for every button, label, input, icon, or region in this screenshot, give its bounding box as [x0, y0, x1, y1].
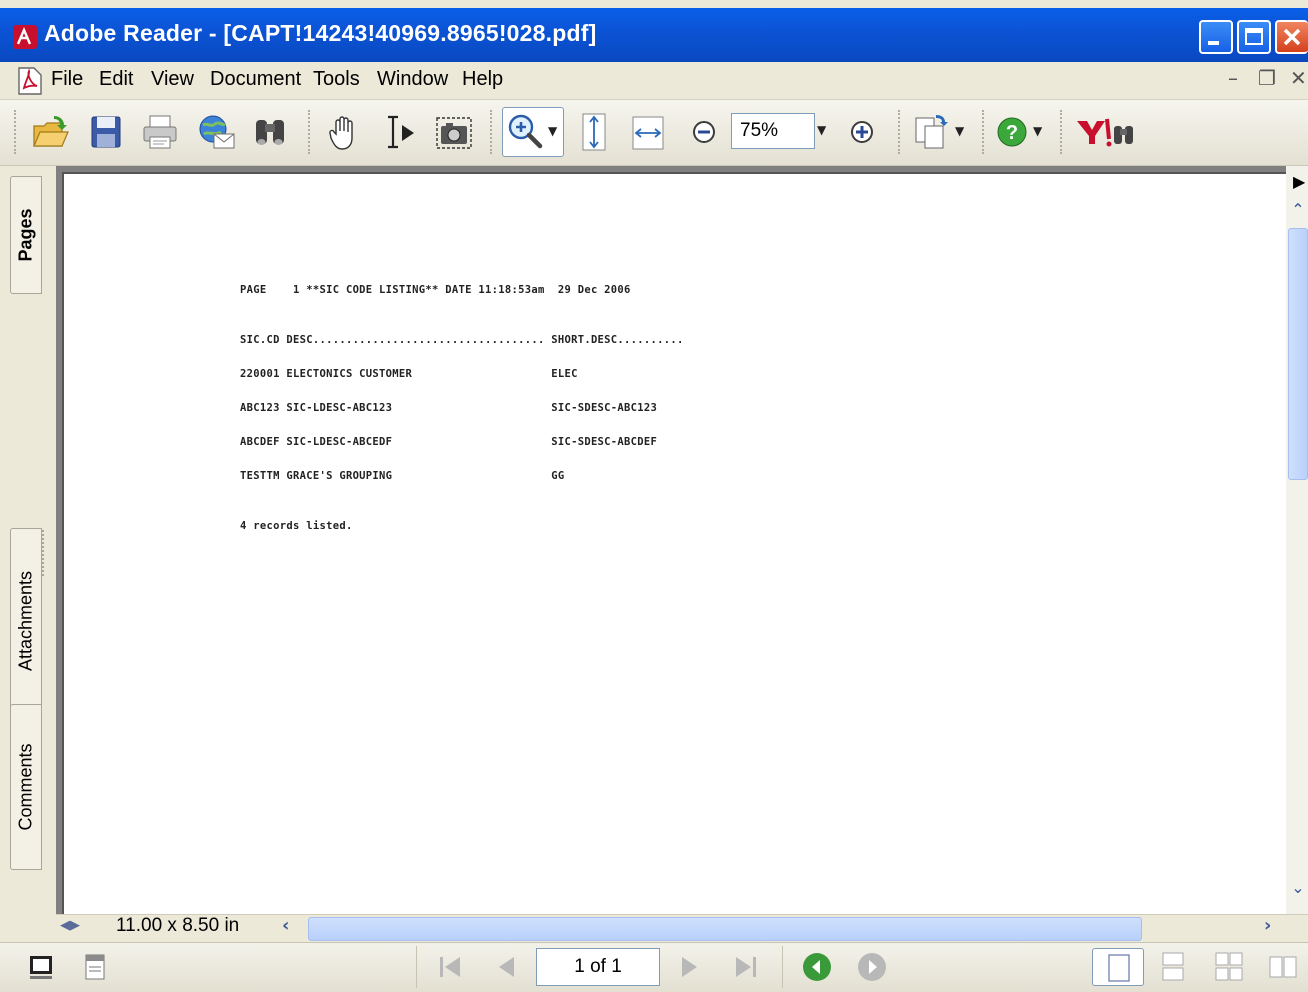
separator: [782, 946, 784, 988]
previous-view-icon[interactable]: [800, 950, 834, 984]
window-title: Adobe Reader - [CAPT!14243!40969.8965!02…: [44, 20, 597, 46]
zoom-level-input[interactable]: 75%: [731, 113, 815, 149]
menu-tools[interactable]: Tools: [313, 68, 360, 91]
horizontal-scroll-thumb[interactable]: [308, 917, 1142, 941]
maximize-icon: [1245, 28, 1263, 45]
tab-comments-label: Comments: [15, 743, 36, 831]
fit-width-icon[interactable]: [628, 112, 668, 152]
menu-edit[interactable]: Edit: [99, 68, 133, 91]
scroll-up-icon[interactable]: ⌃: [1289, 200, 1307, 224]
search-icon[interactable]: [250, 112, 290, 152]
pdf-page[interactable]: PAGE 1 **SIC CODE LISTING** DATE 11:18:5…: [62, 172, 1286, 914]
split-handle-icon[interactable]: ◀▶: [60, 918, 80, 933]
next-page-icon[interactable]: [672, 950, 706, 984]
scroll-left-icon[interactable]: ‹: [282, 915, 289, 936]
chevron-down-icon: ▼: [817, 123, 827, 137]
scroll-down-icon[interactable]: ⌄: [1289, 878, 1307, 902]
minimize-icon: [1208, 41, 1219, 45]
rotate-dropdown-icon[interactable]: ▼: [955, 124, 964, 138]
pane-expand-arrow-icon[interactable]: ▶: [1293, 172, 1305, 191]
next-view-icon[interactable]: [855, 950, 889, 984]
hand-tool-icon[interactable]: [326, 112, 366, 152]
maximize-button[interactable]: [1237, 20, 1271, 54]
tab-pages[interactable]: Pages: [10, 176, 42, 294]
zoom-out-icon[interactable]: [684, 112, 724, 152]
rotate-pages-icon[interactable]: [912, 112, 952, 152]
record-line: ABC123 SIC-LDESC-ABC123 SIC-SDESC-ABC123: [240, 402, 658, 414]
tab-attachments[interactable]: Attachments: [10, 528, 42, 714]
document-properties-icon[interactable]: [78, 950, 112, 984]
help-icon[interactable]: ?: [992, 112, 1032, 152]
fit-page-icon[interactable]: [574, 112, 614, 152]
close-button[interactable]: [1275, 20, 1308, 54]
column-header-line: SIC.CD DESC.............................…: [240, 334, 684, 346]
first-page-icon[interactable]: [434, 950, 468, 984]
doc-close-icon[interactable]: ✕: [1290, 66, 1307, 90]
tab-pages-label: Pages: [15, 208, 36, 262]
zoom-level-dropdown[interactable]: ▼: [815, 113, 833, 149]
menu-bar: [0, 62, 1308, 100]
separator: [416, 946, 418, 988]
last-page-icon[interactable]: [728, 950, 762, 984]
email-icon[interactable]: [196, 112, 236, 152]
toolbar-grip[interactable]: [1060, 110, 1063, 154]
doc-minimize-icon[interactable]: –: [1228, 66, 1238, 90]
records-count-line: 4 records listed.: [240, 520, 353, 532]
facing-view-icon[interactable]: [1266, 950, 1300, 984]
tab-comments[interactable]: Comments: [10, 704, 42, 870]
help-dropdown-icon[interactable]: ▼: [1033, 124, 1042, 138]
page-size-label: 11.00 x 8.50 in: [116, 915, 240, 936]
select-text-icon[interactable]: [380, 112, 420, 152]
toolbar-grip[interactable]: [898, 110, 901, 154]
menu-document[interactable]: Document: [210, 68, 301, 91]
toolbar-grip[interactable]: [14, 110, 17, 154]
report-header-line: PAGE 1 **SIC CODE LISTING** DATE 11:18:5…: [240, 284, 631, 296]
record-line: ABCDEF SIC-LDESC-ABCEDF SIC-SDESC-ABCDEF: [240, 436, 658, 448]
continuous-facing-view-icon[interactable]: [1212, 950, 1246, 984]
save-icon[interactable]: [86, 112, 126, 152]
scroll-right-icon[interactable]: ›: [1264, 915, 1271, 936]
snapshot-icon[interactable]: [434, 112, 474, 152]
vertical-scroll-thumb[interactable]: [1288, 228, 1308, 480]
tab-attachments-label: Attachments: [15, 570, 36, 672]
record-line: 220001 ELECTONICS CUSTOMER ELEC: [240, 368, 578, 380]
doc-restore-icon[interactable]: ❐: [1258, 66, 1276, 90]
svg-text:?: ?: [1006, 122, 1018, 144]
close-icon: [1283, 28, 1301, 46]
print-icon[interactable]: [140, 112, 180, 152]
zoom-in-tool-icon: [508, 114, 543, 149]
menu-file[interactable]: File: [51, 68, 83, 91]
menu-view[interactable]: View: [151, 68, 194, 91]
toolbar-grip[interactable]: [982, 110, 985, 154]
single-page-icon: [1108, 954, 1130, 982]
menu-help[interactable]: Help: [462, 68, 503, 91]
continuous-view-icon[interactable]: [1156, 950, 1190, 984]
full-screen-icon[interactable]: [24, 950, 58, 984]
adobe-reader-icon: [13, 25, 37, 49]
single-page-view-button[interactable]: [1092, 948, 1144, 986]
yahoo-search-icon[interactable]: [1074, 114, 1136, 150]
previous-page-icon[interactable]: [490, 950, 524, 984]
minimize-button[interactable]: [1199, 20, 1233, 54]
open-icon[interactable]: [30, 112, 70, 152]
document-menu-icon[interactable]: [16, 66, 44, 96]
toolbar-grip[interactable]: [490, 110, 493, 154]
zoom-in-icon[interactable]: [842, 112, 882, 152]
toolbar-grip[interactable]: [308, 110, 311, 154]
zoom-tool-dropdown-icon[interactable]: ▼: [548, 124, 557, 138]
menu-window[interactable]: Window: [377, 68, 448, 91]
pane-resize-handle[interactable]: [42, 530, 48, 576]
page-number-input[interactable]: 1 of 1: [536, 948, 660, 986]
record-line: TESTTM GRACE'S GROUPING GG: [240, 470, 565, 482]
